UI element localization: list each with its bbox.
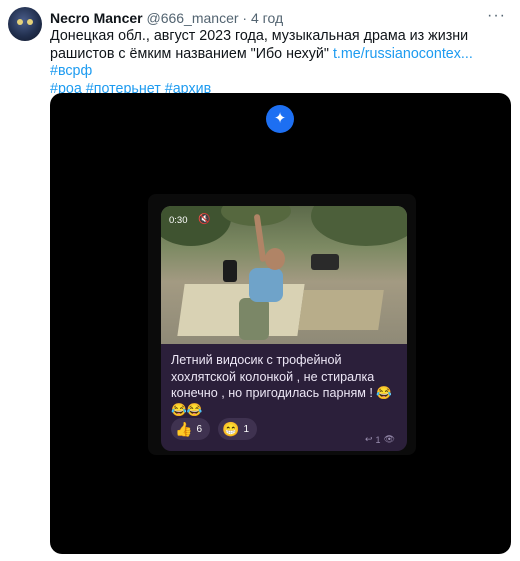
reaction-count: 1: [243, 423, 249, 435]
sparkle-icon[interactable]: ✦: [266, 105, 294, 133]
reply-arrow-icon: ↩: [365, 434, 373, 444]
reaction-count: 6: [196, 423, 202, 435]
more-horizontal-icon[interactable]: ···: [487, 7, 506, 25]
figure-head: [265, 248, 285, 270]
display-name[interactable]: Necro Mancer: [50, 10, 143, 26]
reply-count: 1: [375, 434, 381, 445]
reaction-grin[interactable]: 😁 1: [218, 418, 257, 440]
grin-face-icon: 😁: [222, 420, 240, 437]
reactions-bar: 👍 6 😁 1: [171, 418, 257, 440]
timestamp[interactable]: 4 год: [251, 10, 283, 26]
separator: ·: [242, 10, 248, 26]
tweet[interactable]: Necro Mancer @666_mancer · 4 год ··· Дон…: [0, 0, 520, 561]
bush: [311, 206, 407, 246]
muted-speaker-icon[interactable]: 🔇: [198, 214, 210, 225]
tweet-text-line1: Донецкая обл., август 2023 года, музыкал…: [50, 28, 469, 44]
telegram-message: 0:30 🔇 Летний видосик с трофейной хохлят…: [161, 206, 407, 451]
message-caption: Летний видосик с трофейной хохлятской ко…: [171, 353, 393, 417]
avatar[interactable]: [8, 7, 42, 41]
tweet-text-line2: рашистов с ёмким названием "Ибо нехуй" t…: [50, 46, 510, 81]
tweet-media[interactable]: ✦ 0:30 🔇 Летний видосик с трофейной хохл…: [50, 93, 511, 554]
message-meta: ↩ 1 👁: [365, 434, 395, 445]
reaction-thumbs-up[interactable]: 👍 6: [171, 418, 210, 440]
tweet-header: Necro Mancer @666_mancer · 4 год: [50, 10, 283, 26]
tweet-link[interactable]: t.me/russianocontex...: [333, 46, 473, 62]
eye-icon: 👁: [383, 434, 395, 444]
figure-body: [249, 268, 283, 302]
tweet-text-line2-prefix: рашистов с ёмким названием "Ибо нехуй": [50, 45, 333, 62]
avatar-eye: [27, 19, 33, 25]
ground-mat: [298, 290, 384, 330]
video-thumbnail[interactable]: 0:30 🔇: [161, 206, 407, 344]
avatar-eye: [17, 19, 23, 25]
telegram-screenshot: 0:30 🔇 Летний видосик с трофейной хохлят…: [148, 194, 416, 455]
speaker-object: [223, 260, 237, 282]
thumbs-up-icon: 👍: [175, 420, 193, 437]
figure-legs: [239, 298, 269, 340]
equipment-object: [311, 254, 339, 270]
user-handle[interactable]: @666_mancer: [146, 10, 238, 26]
hashtag-vsrf[interactable]: #всрф: [50, 63, 92, 79]
tweet-text: Донецкая обл., август 2023 года, музыкал…: [50, 28, 510, 98]
video-timecode: 0:30: [169, 215, 188, 226]
